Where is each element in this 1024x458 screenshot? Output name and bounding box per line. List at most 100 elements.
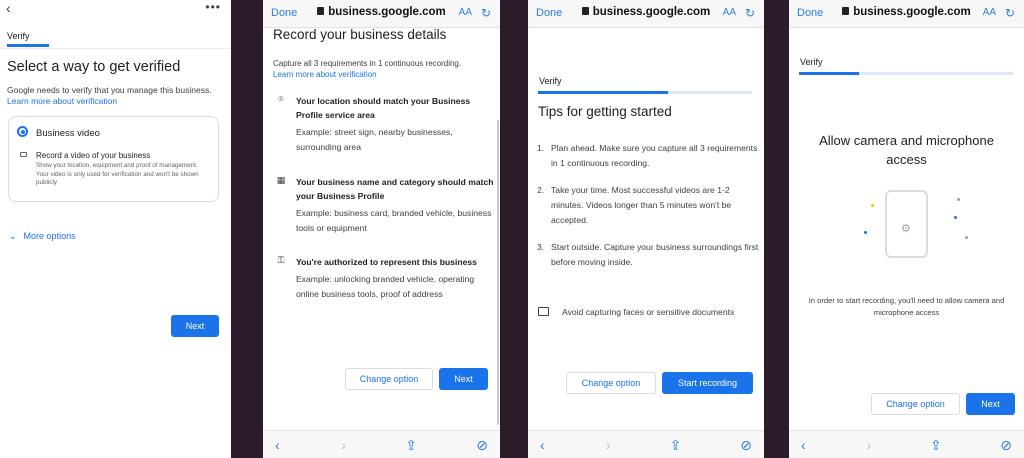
- requirement-location: ⌾ Your location should match your Busine…: [273, 94, 498, 155]
- page-title: Record your business details: [273, 27, 447, 42]
- sparkle-dot: [954, 216, 957, 219]
- verify-tab: Verify: [7, 31, 30, 41]
- tips-screen: Done business.google.com AA ↻ Verify Tip…: [528, 0, 764, 458]
- progress-bar: [538, 91, 668, 94]
- url-text: business.google.com: [592, 6, 711, 18]
- option-heading: Record a video of your business: [36, 151, 151, 160]
- compass-icon[interactable]: ⊘: [1000, 437, 1012, 454]
- text-size-button[interactable]: AA: [983, 7, 996, 18]
- change-option-button[interactable]: Change option: [871, 393, 960, 415]
- gap-3: [764, 0, 789, 458]
- requirement-business-name: ▦ Your business name and category should…: [273, 175, 498, 236]
- requirement-example: Example: unlocking branded vehicle, oper…: [296, 274, 475, 299]
- subtitle-text: Capture all 3 requirements in 1 continuo…: [273, 59, 462, 68]
- record-details-screen: Done business.google.com AA ↻ Record you…: [263, 0, 500, 458]
- back-arrow-icon[interactable]: ‹: [540, 437, 545, 453]
- more-dots-icon[interactable]: •••: [205, 0, 221, 14]
- lock-icon: [842, 7, 850, 15]
- lock-icon: [317, 7, 325, 15]
- gap-2: [500, 0, 528, 458]
- change-option-button[interactable]: Change option: [566, 372, 656, 394]
- location-pin-icon: ⌾: [278, 94, 284, 104]
- forward-arrow-icon[interactable]: ›: [341, 437, 346, 453]
- lock-icon: [581, 7, 589, 15]
- verify-tab: Verify: [800, 57, 823, 67]
- list-item: 1. Plan ahead. Make sure you capture all …: [537, 141, 759, 171]
- gear-icon: ⚙: [901, 223, 911, 235]
- back-arrow-icon[interactable]: ‹: [275, 437, 280, 453]
- sparkle-dot: [957, 198, 960, 201]
- sparkle-dot: [965, 236, 968, 239]
- safari-toolbar: ‹ › ⇪ ⊘: [789, 430, 1024, 458]
- tip-number: 1.: [537, 143, 545, 153]
- requirement-title: You're authorized to represent this busi…: [296, 257, 477, 267]
- next-button[interactable]: Next: [171, 315, 219, 337]
- page-title: Allow camera and microphone access: [819, 133, 994, 167]
- sparkle-dot: [871, 204, 874, 207]
- next-button[interactable]: Next: [966, 393, 1015, 415]
- share-icon[interactable]: ⇪: [670, 437, 682, 454]
- progress-bar: [799, 72, 859, 75]
- key-icon: ⚿: [277, 255, 285, 265]
- forward-arrow-icon[interactable]: ›: [606, 437, 611, 453]
- url-text: business.google.com: [328, 6, 446, 18]
- url-text: business.google.com: [853, 6, 971, 18]
- gap-1: [231, 0, 263, 458]
- permission-description: In order to start recording, you'll need…: [808, 296, 1005, 317]
- scrollbar[interactable]: [497, 120, 499, 425]
- requirement-example: Example: business card, branded vehicle,…: [296, 208, 492, 233]
- avoid-note: Avoid capturing faces or sensitive docum…: [538, 305, 748, 320]
- tip-text: Plan ahead. Make sure you capture all 3 …: [551, 143, 758, 168]
- share-icon[interactable]: ⇪: [405, 437, 417, 454]
- progress-bar: [7, 44, 49, 47]
- forward-arrow-icon[interactable]: ›: [867, 437, 872, 453]
- compass-icon[interactable]: ⊘: [740, 437, 752, 454]
- safari-toolbar: ‹ › ⇪ ⊘: [263, 430, 500, 458]
- tip-text: Take your time. Most successful videos a…: [551, 185, 732, 225]
- chevron-down-icon: ⌄: [9, 231, 17, 241]
- safari-address-bar: Done business.google.com AA ↻: [789, 0, 1024, 28]
- requirement-title: Your location should match your Business…: [296, 96, 471, 120]
- back-arrow-icon[interactable]: ‹: [801, 437, 806, 453]
- learn-more-link[interactable]: Learn more about verification: [273, 70, 377, 79]
- reload-icon[interactable]: ↻: [1005, 6, 1015, 20]
- radio-selected[interactable]: [17, 126, 28, 137]
- share-icon[interactable]: ⇪: [930, 437, 942, 454]
- page-subtitle: Capture all 3 requirements in 1 continuo…: [273, 58, 493, 80]
- page-title: Select a way to get verified: [7, 59, 181, 75]
- requirement-authorized: ⚿ You're authorized to represent this bu…: [273, 255, 498, 302]
- start-recording-button[interactable]: Start recording: [662, 372, 753, 394]
- tip-text: Start outside. Capture your business sur…: [551, 242, 759, 267]
- requirement-title: Your business name and category should m…: [296, 177, 494, 201]
- next-button[interactable]: Next: [439, 368, 488, 390]
- reload-icon[interactable]: ↻: [745, 6, 755, 20]
- more-options-label: More options: [23, 231, 76, 241]
- text-size-button[interactable]: AA: [459, 7, 472, 18]
- verify-tab: Verify: [539, 76, 562, 86]
- change-option-button[interactable]: Change option: [345, 368, 433, 390]
- verify-select-screen: ‹ ••• Verify Select a way to get verifie…: [0, 0, 231, 458]
- text-size-button[interactable]: AA: [723, 7, 736, 18]
- sparkle-dot: [864, 231, 867, 234]
- requirement-example: Example: street sign, nearby businesses,…: [296, 127, 453, 152]
- list-item: 2. Take your time. Most successful videos…: [537, 183, 759, 228]
- avoid-text: Avoid capturing faces or sensitive docum…: [562, 307, 735, 317]
- storefront-icon: ▦: [276, 175, 286, 185]
- tip-number: 2.: [537, 185, 545, 195]
- page-title: Tips for getting started: [538, 104, 672, 119]
- learn-more-link[interactable]: Learn more about verification: [7, 96, 117, 106]
- more-options-toggle[interactable]: ⌄ More options: [9, 231, 76, 242]
- safari-address-bar: Done business.google.com AA ↻: [528, 0, 764, 28]
- back-chevron-icon[interactable]: ‹: [6, 0, 11, 16]
- compass-icon[interactable]: ⊘: [476, 437, 488, 454]
- safari-address-bar: Done business.google.com AA ↻: [263, 0, 500, 28]
- option-title: Business video: [36, 128, 100, 139]
- video-off-icon: [538, 307, 549, 316]
- description-text: Google needs to verify that you manage t…: [7, 85, 212, 95]
- reload-icon[interactable]: ↻: [481, 6, 491, 20]
- list-item: 3. Start outside. Capture your business s…: [537, 240, 759, 270]
- safari-toolbar: ‹ › ⇪ ⊘: [528, 430, 764, 458]
- divider: [0, 48, 231, 49]
- option-body: Show your location, equipment and proof …: [36, 162, 199, 186]
- page-description: Google needs to verify that you manage t…: [7, 85, 222, 107]
